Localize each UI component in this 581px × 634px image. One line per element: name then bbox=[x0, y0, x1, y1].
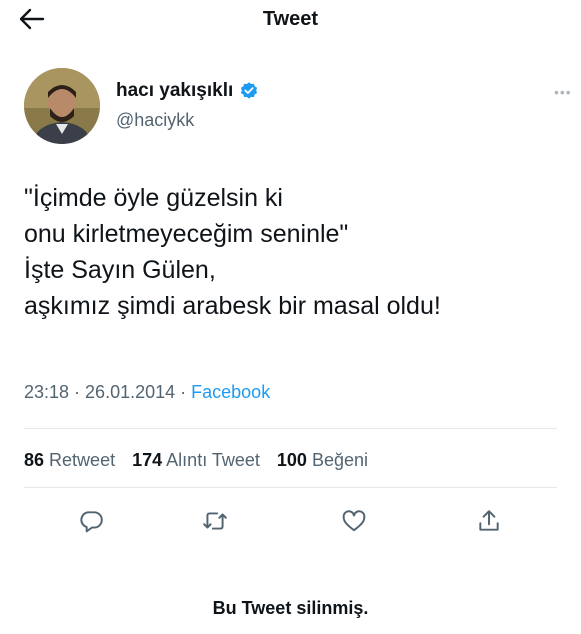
header: Tweet bbox=[0, 0, 581, 40]
tweet-line: onu kirletmeyeceğim seninle" bbox=[24, 220, 349, 248]
reply-button[interactable] bbox=[76, 506, 106, 536]
avatar-image bbox=[24, 68, 100, 144]
author-handle[interactable]: @haciykk bbox=[116, 110, 194, 131]
quote-label: Alıntı Tweet bbox=[166, 450, 260, 470]
verified-badge-icon bbox=[241, 82, 258, 99]
divider bbox=[24, 428, 557, 429]
tweet-line: aşkımız şimdi arabesk bir masal oldu! bbox=[24, 292, 441, 320]
more-icon[interactable]: ••• bbox=[554, 84, 572, 100]
share-icon bbox=[479, 510, 499, 531]
meta-separator: · bbox=[69, 382, 86, 402]
author-row[interactable]: hacı yakışıklı bbox=[116, 80, 259, 102]
quote-stat[interactable]: 174 Alıntı Tweet bbox=[132, 450, 272, 470]
tweet-stats: 86 Retweet 174 Alıntı Tweet 100 Beğeni bbox=[24, 450, 380, 471]
retweet-stat[interactable]: 86 Retweet bbox=[24, 450, 127, 470]
like-stat[interactable]: 100 Beğeni bbox=[277, 450, 380, 470]
like-label: Beğeni bbox=[311, 450, 369, 470]
tweet-source[interactable]: Facebook bbox=[191, 382, 270, 402]
share-button[interactable] bbox=[474, 506, 504, 536]
tweet-date[interactable]: 26.01.2014 bbox=[85, 382, 175, 402]
like-icon bbox=[342, 510, 366, 532]
tweet-time[interactable]: 23:18 bbox=[24, 382, 69, 402]
tweet-line: "İçimde öyle güzelsin ki bbox=[24, 184, 283, 212]
retweet-count: 86 bbox=[24, 450, 45, 470]
tweet-text: "İçimde öyle güzelsin ki onu kirletmeyec… bbox=[24, 180, 564, 324]
meta-separator: · bbox=[175, 382, 192, 402]
deleted-notice: Bu Tweet silinmiş. bbox=[212, 598, 369, 618]
retweet-icon bbox=[203, 512, 227, 530]
quote-count: 174 bbox=[132, 450, 163, 470]
author-name[interactable]: hacı yakışıklı bbox=[116, 80, 233, 102]
like-count: 100 bbox=[276, 450, 307, 470]
page-title: Tweet bbox=[262, 8, 319, 30]
reply-icon bbox=[80, 511, 103, 533]
divider bbox=[24, 487, 557, 488]
tweet-line: İşte Sayın Gülen, bbox=[24, 256, 216, 284]
like-button[interactable] bbox=[339, 506, 369, 536]
tweet-meta: 23:18 · 26.01.2014 · Facebook bbox=[24, 382, 270, 403]
retweet-label: Retweet bbox=[49, 450, 116, 470]
retweet-button[interactable] bbox=[200, 506, 230, 536]
avatar[interactable] bbox=[24, 68, 100, 144]
